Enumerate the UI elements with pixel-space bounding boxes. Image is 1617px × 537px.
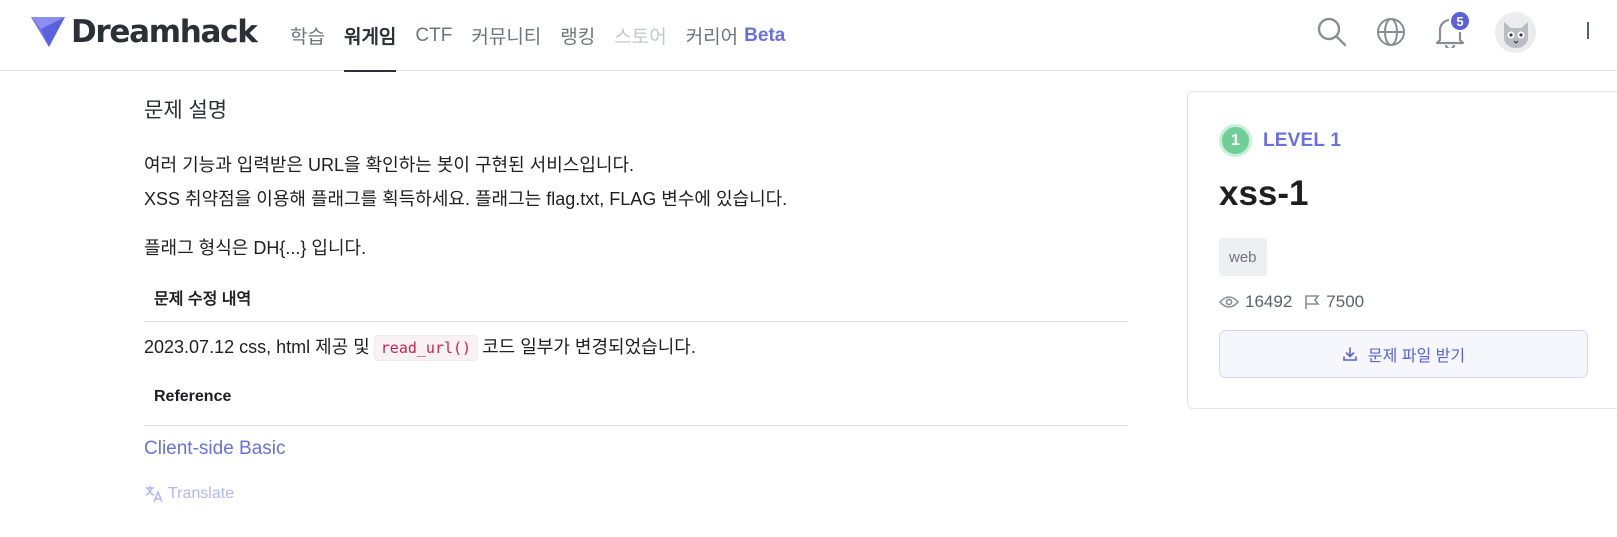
download-files-button[interactable]: 문제 파일 받기: [1219, 330, 1588, 378]
globe-icon: [1377, 18, 1405, 46]
download-icon: [1343, 347, 1357, 361]
solves-stat: 7500: [1304, 292, 1364, 312]
main-nav: 학습 워게임 CTF 커뮤니티 랭킹 스토어 커리어 Beta: [290, 0, 804, 72]
description-line-3: 플래그 형식은 DH{...} 입니다.: [144, 238, 367, 258]
history-suffix: 코드 일부가 변경되었습니다.: [482, 337, 696, 357]
translate-button[interactable]: Translate: [144, 484, 234, 504]
nav-item-career-label: 커리어: [685, 27, 739, 48]
dreamhack-logo[interactable]: Dreamhack: [29, 12, 258, 52]
notification-count-badge: 5: [1449, 10, 1471, 32]
flag-icon: [1305, 295, 1320, 309]
challenge-title: xss-1: [1219, 174, 1309, 213]
inline-code: read_url(): [373, 335, 479, 361]
level-badge: 1: [1219, 124, 1252, 157]
translate-label: Translate: [168, 485, 235, 502]
level-row: 1 LEVEL 1: [1219, 124, 1341, 157]
avatar[interactable]: [1495, 12, 1536, 53]
nav-item-wargame[interactable]: 워게임: [343, 0, 397, 72]
level-label: LEVEL 1: [1263, 129, 1342, 151]
beta-badge: Beta: [744, 24, 786, 46]
nav-item-ctf[interactable]: CTF: [415, 0, 452, 71]
divider: [144, 425, 1128, 426]
download-label: 문제 파일 받기: [1367, 348, 1466, 365]
top-navigation-bar: Dreamhack 학습 워게임 CTF 커뮤니티 랭킹 스토어 커리어 Bet…: [0, 0, 1617, 72]
eye-icon: [1219, 296, 1239, 308]
solves-count: 7500: [1326, 292, 1365, 311]
language-button[interactable]: [1373, 14, 1409, 50]
nav-item-learn[interactable]: 학습: [290, 0, 325, 71]
history-prefix: 2023.07.12 css, html 제공 및: [144, 337, 370, 357]
description-line-2: XSS 취약점을 이용해 플래그를 획득하세요. 플래그는 flag.txt, …: [144, 189, 788, 209]
nav-item-store[interactable]: 스토어: [614, 0, 666, 71]
section-title: 문제 설명: [144, 99, 228, 122]
challenge-info-card: 1 LEVEL 1 xss-1 web 16492 7500 문제 파일 받기: [1187, 91, 1617, 409]
reference-heading: Reference: [154, 388, 232, 405]
challenge-stats: 16492 7500: [1219, 292, 1376, 312]
search-button[interactable]: [1314, 14, 1350, 50]
logo-text: Dreamhack: [71, 14, 258, 50]
nav-item-ranking[interactable]: 랭킹: [560, 0, 595, 71]
views-count: 16492: [1245, 292, 1293, 311]
category-tag[interactable]: web: [1219, 238, 1267, 276]
header-menu-edge: [1587, 22, 1589, 39]
nav-item-community[interactable]: 커뮤니티: [471, 0, 541, 71]
dreamhack-logo-icon: [31, 17, 65, 47]
nav-item-career[interactable]: 커리어 Beta: [686, 0, 786, 71]
search-icon: [1317, 17, 1347, 47]
history-entry: 2023.07.12 css, html 제공 및 read_url() 코드 일부…: [144, 333, 696, 361]
divider: [144, 321, 1128, 322]
reference-link[interactable]: Client-side Basic: [144, 438, 286, 460]
views-stat: 16492: [1219, 292, 1292, 312]
translate-icon: [145, 486, 163, 503]
history-heading: 문제 수정 내역: [154, 291, 252, 308]
description-line-1: 여러 기능과 입력받은 URL을 확인하는 봇이 구현된 서비스입니다.: [144, 155, 635, 175]
cat-avatar-icon: [1503, 21, 1528, 48]
